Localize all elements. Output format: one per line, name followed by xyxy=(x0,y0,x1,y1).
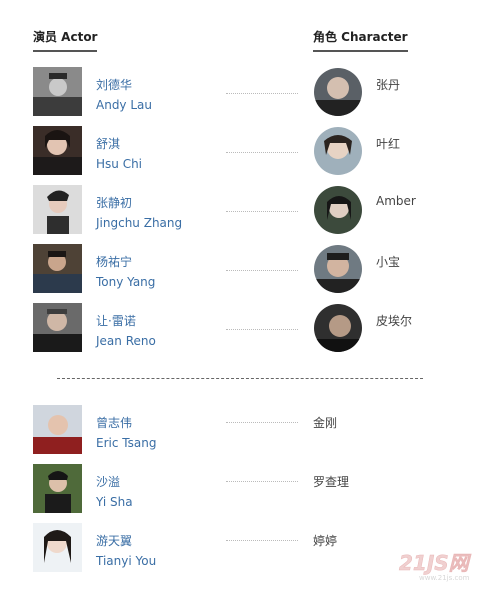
site-watermark-logo: 21JS网 www.21js.com xyxy=(397,548,489,582)
actor-name-cn[interactable]: 曾志伟 xyxy=(96,414,132,431)
character-avatar xyxy=(314,68,362,116)
dotted-leader xyxy=(226,481,298,482)
dotted-leader xyxy=(226,211,298,212)
actor-name-en[interactable]: Tianyi You xyxy=(96,554,156,568)
actor-column-header: 演员 Actor xyxy=(33,28,98,52)
dotted-leader xyxy=(226,329,298,330)
actor-name-cn[interactable]: 游天翼 xyxy=(96,532,132,549)
cast-row: 杨祐宁 Tony Yang 小宝 xyxy=(0,244,500,304)
dotted-leader xyxy=(226,270,298,271)
cast-row: 舒淇 Hsu Chi 叶红 xyxy=(0,126,500,186)
actor-photo[interactable] xyxy=(33,405,82,454)
dotted-leader xyxy=(226,540,298,541)
actor-name-cn[interactable]: 让·雷诺 xyxy=(96,312,136,329)
character-column-header: 角色 Character xyxy=(313,28,408,52)
character-avatar xyxy=(314,127,362,175)
cast-row: 沙溢 Yi Sha 罗查理 xyxy=(0,464,500,524)
character-name: 罗查理 xyxy=(313,475,350,489)
actor-photo[interactable] xyxy=(33,126,82,175)
character-avatar xyxy=(314,186,362,234)
section-divider xyxy=(57,378,423,379)
character-name: 小宝 xyxy=(376,255,401,269)
actor-photo[interactable] xyxy=(33,185,82,234)
actor-name-en[interactable]: Hsu Chi xyxy=(96,157,142,171)
actor-name-en[interactable]: Jingchu Zhang xyxy=(96,216,182,230)
actor-name-en[interactable]: Jean Reno xyxy=(96,334,156,348)
actor-name-cn[interactable]: 舒淇 xyxy=(96,135,120,152)
actor-name-cn[interactable]: 杨祐宁 xyxy=(96,253,132,270)
dotted-leader xyxy=(226,152,298,153)
character-avatar xyxy=(314,245,362,293)
svg-text:21JS网: 21JS网 xyxy=(399,551,472,575)
actor-photo[interactable] xyxy=(33,67,82,116)
actor-name-cn[interactable]: 刘德华 xyxy=(96,76,132,93)
character-name: 金刚 xyxy=(313,416,338,430)
character-name: 叶红 xyxy=(376,137,401,151)
dotted-leader xyxy=(226,93,298,94)
actor-name-cn[interactable]: 张静初 xyxy=(96,194,132,211)
actor-name-en[interactable]: Eric Tsang xyxy=(96,436,156,450)
character-name: 皮埃尔 xyxy=(376,314,413,328)
character-name: 张丹 xyxy=(376,78,401,92)
actor-name-en[interactable]: Andy Lau xyxy=(96,98,152,112)
actor-photo[interactable] xyxy=(33,523,82,572)
actor-name-en[interactable]: Yi Sha xyxy=(96,495,133,509)
cast-row: 刘德华 Andy Lau 张丹 xyxy=(0,67,500,127)
actor-name-en[interactable]: Tony Yang xyxy=(96,275,155,289)
actor-photo[interactable] xyxy=(33,303,82,352)
actor-photo[interactable] xyxy=(33,464,82,513)
cast-row: 曾志伟 Eric Tsang 金刚 xyxy=(0,405,500,465)
character-name: 婷婷 xyxy=(313,534,338,548)
dotted-leader xyxy=(226,422,298,423)
character-avatar xyxy=(314,304,362,352)
actor-name-cn[interactable]: 沙溢 xyxy=(96,473,120,490)
cast-row: 让·雷诺 Jean Reno 皮埃尔 xyxy=(0,303,500,363)
character-name: Amber xyxy=(376,194,416,208)
actor-photo[interactable] xyxy=(33,244,82,293)
svg-text:www.21js.com: www.21js.com xyxy=(419,574,470,582)
cast-row: 张静初 Jingchu Zhang Amber xyxy=(0,185,500,245)
